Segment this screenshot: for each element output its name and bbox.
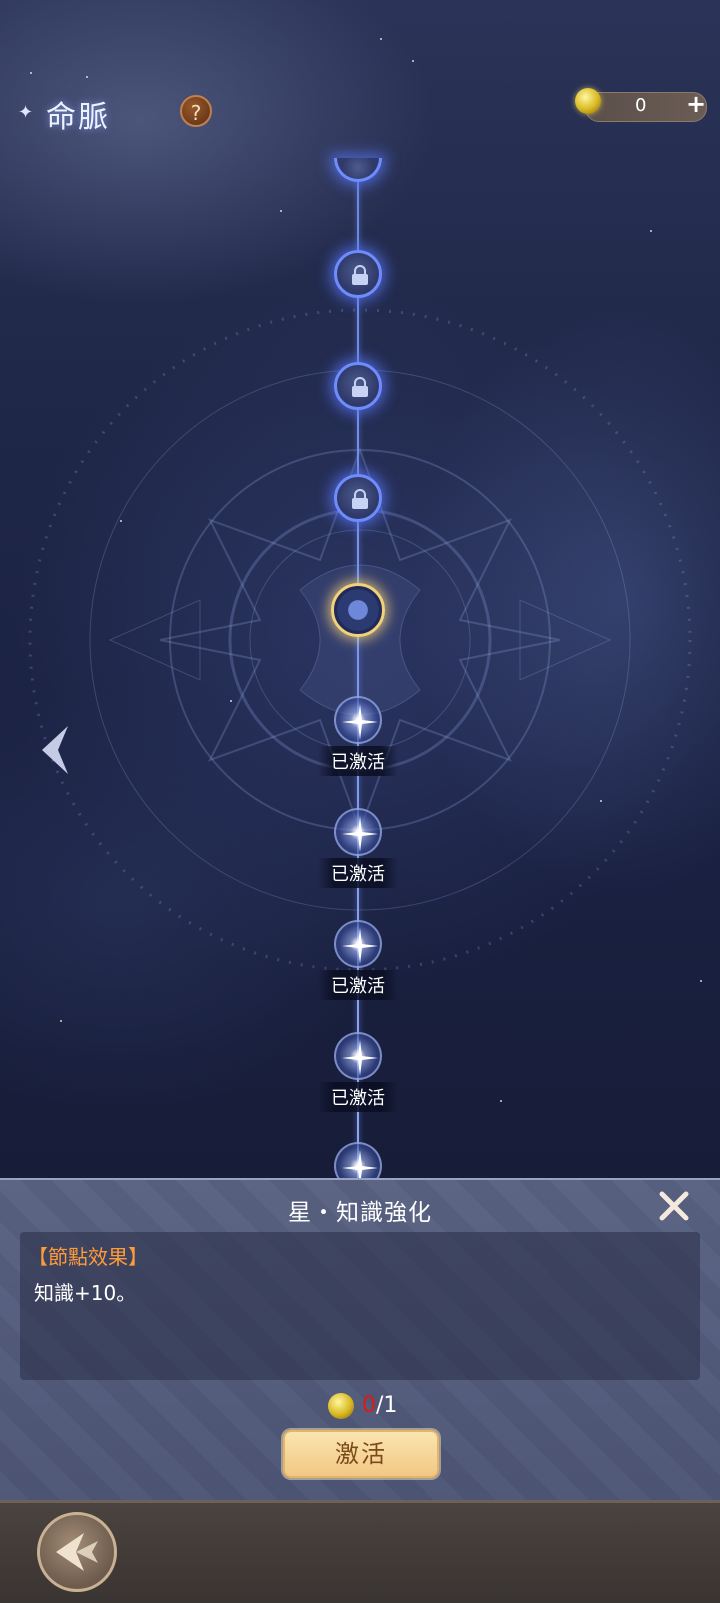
constellation-path <box>357 180 359 1180</box>
sparkle-icon <box>342 816 378 852</box>
lock-icon <box>352 489 368 509</box>
close-icon[interactable] <box>658 1190 690 1222</box>
cost-owned: 0 <box>362 1393 376 1418</box>
effect-heading: 【節點效果】 <box>28 1245 148 1269</box>
previous-page-arrow-icon[interactable] <box>36 722 72 778</box>
constellation-node-active[interactable] <box>334 808 382 856</box>
constellation-node-active[interactable] <box>334 1032 382 1080</box>
currency-amount: 0 <box>635 95 647 116</box>
activate-button[interactable]: 激活 <box>283 1430 439 1478</box>
page-title: 命脈 <box>46 100 110 135</box>
crystal-orb-icon <box>328 1393 354 1419</box>
crystal-orb-icon <box>575 88 601 114</box>
sparkle-icon <box>342 1040 378 1076</box>
node-title: 星・知識強化 <box>288 1200 432 1226</box>
constellation-node-active[interactable] <box>334 696 382 744</box>
constellation-node-active[interactable] <box>334 920 382 968</box>
node-status-label: 已激活 <box>318 746 398 776</box>
help-button[interactable]: ? <box>180 95 212 127</box>
node-status-label: 已激活 <box>318 970 398 1000</box>
sparkle-icon <box>342 928 378 964</box>
title-star-icon: ✦ <box>18 102 34 123</box>
sparkle-icon <box>342 704 378 740</box>
node-status-label: 已激活 <box>318 858 398 888</box>
node-status-label: 已激活 <box>318 1082 398 1112</box>
cost-required: /1 <box>376 1393 398 1418</box>
back-button[interactable] <box>37 1512 117 1592</box>
lock-icon <box>352 265 368 285</box>
constellation-node-locked[interactable] <box>334 474 382 522</box>
lock-icon <box>352 377 368 397</box>
add-currency-button[interactable]: + <box>686 90 706 118</box>
constellation-node-locked[interactable] <box>334 250 382 298</box>
back-emblem-icon <box>56 1533 98 1571</box>
constellation-node-selected[interactable] <box>331 583 385 637</box>
effect-description: 知識+10。 <box>34 1281 137 1305</box>
constellation-node-locked[interactable] <box>334 362 382 410</box>
